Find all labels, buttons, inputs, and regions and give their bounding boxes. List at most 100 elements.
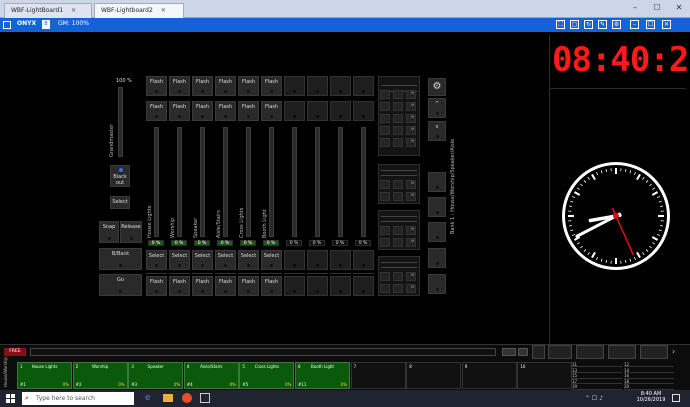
grid-cell[interactable]: 15: [572, 373, 622, 379]
mini-button[interactable]: [380, 272, 390, 281]
maximize-icon[interactable]: ☐: [646, 0, 668, 16]
flash-button-row1[interactable]: [330, 76, 351, 96]
bank-down-button[interactable]: v: [428, 121, 446, 141]
minimize-icon[interactable]: –: [624, 0, 646, 16]
panel-button[interactable]: [548, 345, 572, 359]
app-minimize-icon[interactable]: –: [630, 20, 639, 29]
mini-button[interactable]: [393, 180, 403, 189]
channel-fader[interactable]: [200, 127, 205, 237]
playback-button[interactable]: 4 Aisle/Stairs 0% #4: [183, 362, 239, 389]
playback-button[interactable]: 6 Booth Light 0% #11: [295, 362, 350, 389]
mini-button[interactable]: [380, 126, 390, 135]
select-button[interactable]: Select: [192, 250, 213, 270]
mini-button[interactable]: M: [406, 272, 416, 281]
flash-button-row1[interactable]: [307, 76, 328, 96]
bank-button[interactable]: [428, 172, 446, 192]
close-icon[interactable]: ✕: [161, 7, 166, 14]
mini-button[interactable]: [393, 226, 403, 235]
mini-button[interactable]: M: [406, 126, 416, 135]
flash-button-row3[interactable]: Flash: [238, 276, 259, 296]
flash-button-row3[interactable]: Flash: [192, 276, 213, 296]
playback-button[interactable]: 8: [406, 362, 462, 389]
remote-desktop-icon[interactable]: [200, 393, 210, 403]
refresh-icon[interactable]: ↻: [584, 20, 593, 29]
mini-button[interactable]: M: [406, 238, 416, 247]
mini-button[interactable]: M: [406, 226, 416, 235]
flash-button-row1[interactable]: Flash: [146, 76, 167, 96]
blackout-button[interactable]: Black out: [110, 165, 130, 187]
channel-fader[interactable]: [246, 127, 251, 237]
windows-start-icon[interactable]: [6, 394, 15, 403]
playback-button[interactable]: 1 House Lights 0% #1: [17, 362, 72, 389]
bank-up-button[interactable]: ^: [428, 98, 446, 118]
mini-button[interactable]: [380, 114, 390, 123]
flash-button-row1[interactable]: [284, 76, 305, 96]
mini-button[interactable]: [393, 114, 403, 123]
channel-fader[interactable]: [292, 127, 297, 237]
fullscreen-icon[interactable]: ⛶: [556, 20, 565, 29]
arrow-right-icon[interactable]: ›: [672, 347, 675, 356]
flash-button-row3[interactable]: [353, 276, 374, 296]
flash-button-row2[interactable]: Flash: [169, 101, 190, 121]
keypad-icon[interactable]: [518, 348, 528, 356]
flash-button-row1[interactable]: Flash: [238, 76, 259, 96]
flash-button-row1[interactable]: Flash: [215, 76, 236, 96]
window-icon[interactable]: ▢: [570, 20, 579, 29]
select-button[interactable]: Select: [238, 250, 259, 270]
mini-button[interactable]: [393, 192, 403, 201]
mini-button[interactable]: [393, 284, 403, 293]
flash-button-row2[interactable]: Flash: [261, 101, 282, 121]
go-button[interactable]: Go: [99, 274, 142, 296]
mini-button[interactable]: [380, 238, 390, 247]
playback-button[interactable]: 3 Speaker 0% #3: [128, 362, 184, 389]
grid-cell[interactable]: 18: [624, 379, 674, 385]
flash-button-row3[interactable]: [284, 276, 305, 296]
mini-button[interactable]: [393, 102, 403, 111]
panel-button[interactable]: [608, 345, 636, 359]
flash-button-row2[interactable]: [307, 101, 328, 121]
grandmaster-fader[interactable]: [118, 87, 123, 157]
channel-fader[interactable]: [223, 127, 228, 237]
mini-button[interactable]: M: [406, 138, 416, 147]
channel-fader[interactable]: [269, 127, 274, 237]
playback-button[interactable]: 9: [461, 362, 517, 389]
keyboard-icon[interactable]: [502, 348, 516, 356]
flash-button-row2[interactable]: Flash: [146, 101, 167, 121]
app-close-icon[interactable]: ✕: [662, 20, 671, 29]
free-button[interactable]: FREE: [4, 348, 26, 356]
mini-button[interactable]: [380, 180, 390, 189]
mini-button[interactable]: M: [406, 284, 416, 293]
tab-lightboard2[interactable]: WBF-Lightboard2 ✕: [94, 3, 184, 18]
grid-cell[interactable]: 14: [624, 368, 674, 373]
playback-button[interactable]: 2 Worship 0% #2: [72, 362, 128, 389]
bank-button[interactable]: [428, 197, 446, 217]
grid-cell[interactable]: 17: [572, 379, 622, 385]
playback-button[interactable]: 10: [517, 362, 573, 389]
grid-cell[interactable]: 19: [572, 384, 622, 390]
mini-button[interactable]: M: [406, 114, 416, 123]
flash-button-row3[interactable]: [307, 276, 328, 296]
bank-button[interactable]: [428, 222, 446, 242]
close-window-icon[interactable]: ✕: [668, 0, 690, 16]
folder-icon[interactable]: [163, 394, 173, 402]
mini-button[interactable]: M: [406, 192, 416, 201]
mini-button[interactable]: [380, 226, 390, 235]
channel-fader[interactable]: [315, 127, 320, 237]
flash-button-row1[interactable]: Flash: [261, 76, 282, 96]
mini-button[interactable]: [393, 272, 403, 281]
flash-button-row2[interactable]: [353, 101, 374, 121]
flash-button-row2[interactable]: Flash: [192, 101, 213, 121]
mini-button[interactable]: [380, 284, 390, 293]
grid-cell[interactable]: 11: [572, 362, 622, 368]
channel-fader[interactable]: [154, 127, 159, 237]
panel-button[interactable]: [576, 345, 604, 359]
select-button[interactable]: Select: [110, 196, 130, 209]
select-button[interactable]: Select: [169, 250, 190, 270]
flash-button-row2[interactable]: Flash: [215, 101, 236, 121]
network-icon[interactable]: ⌃ ☐ ♪: [585, 395, 603, 402]
app-maximize-icon[interactable]: ☐: [646, 20, 655, 29]
settings-gear-icon[interactable]: ⚙: [428, 78, 446, 96]
mini-button[interactable]: [393, 138, 403, 147]
settings-icon[interactable]: ⚙: [612, 20, 621, 29]
bank-indicator-icon[interactable]: B: [42, 20, 50, 29]
